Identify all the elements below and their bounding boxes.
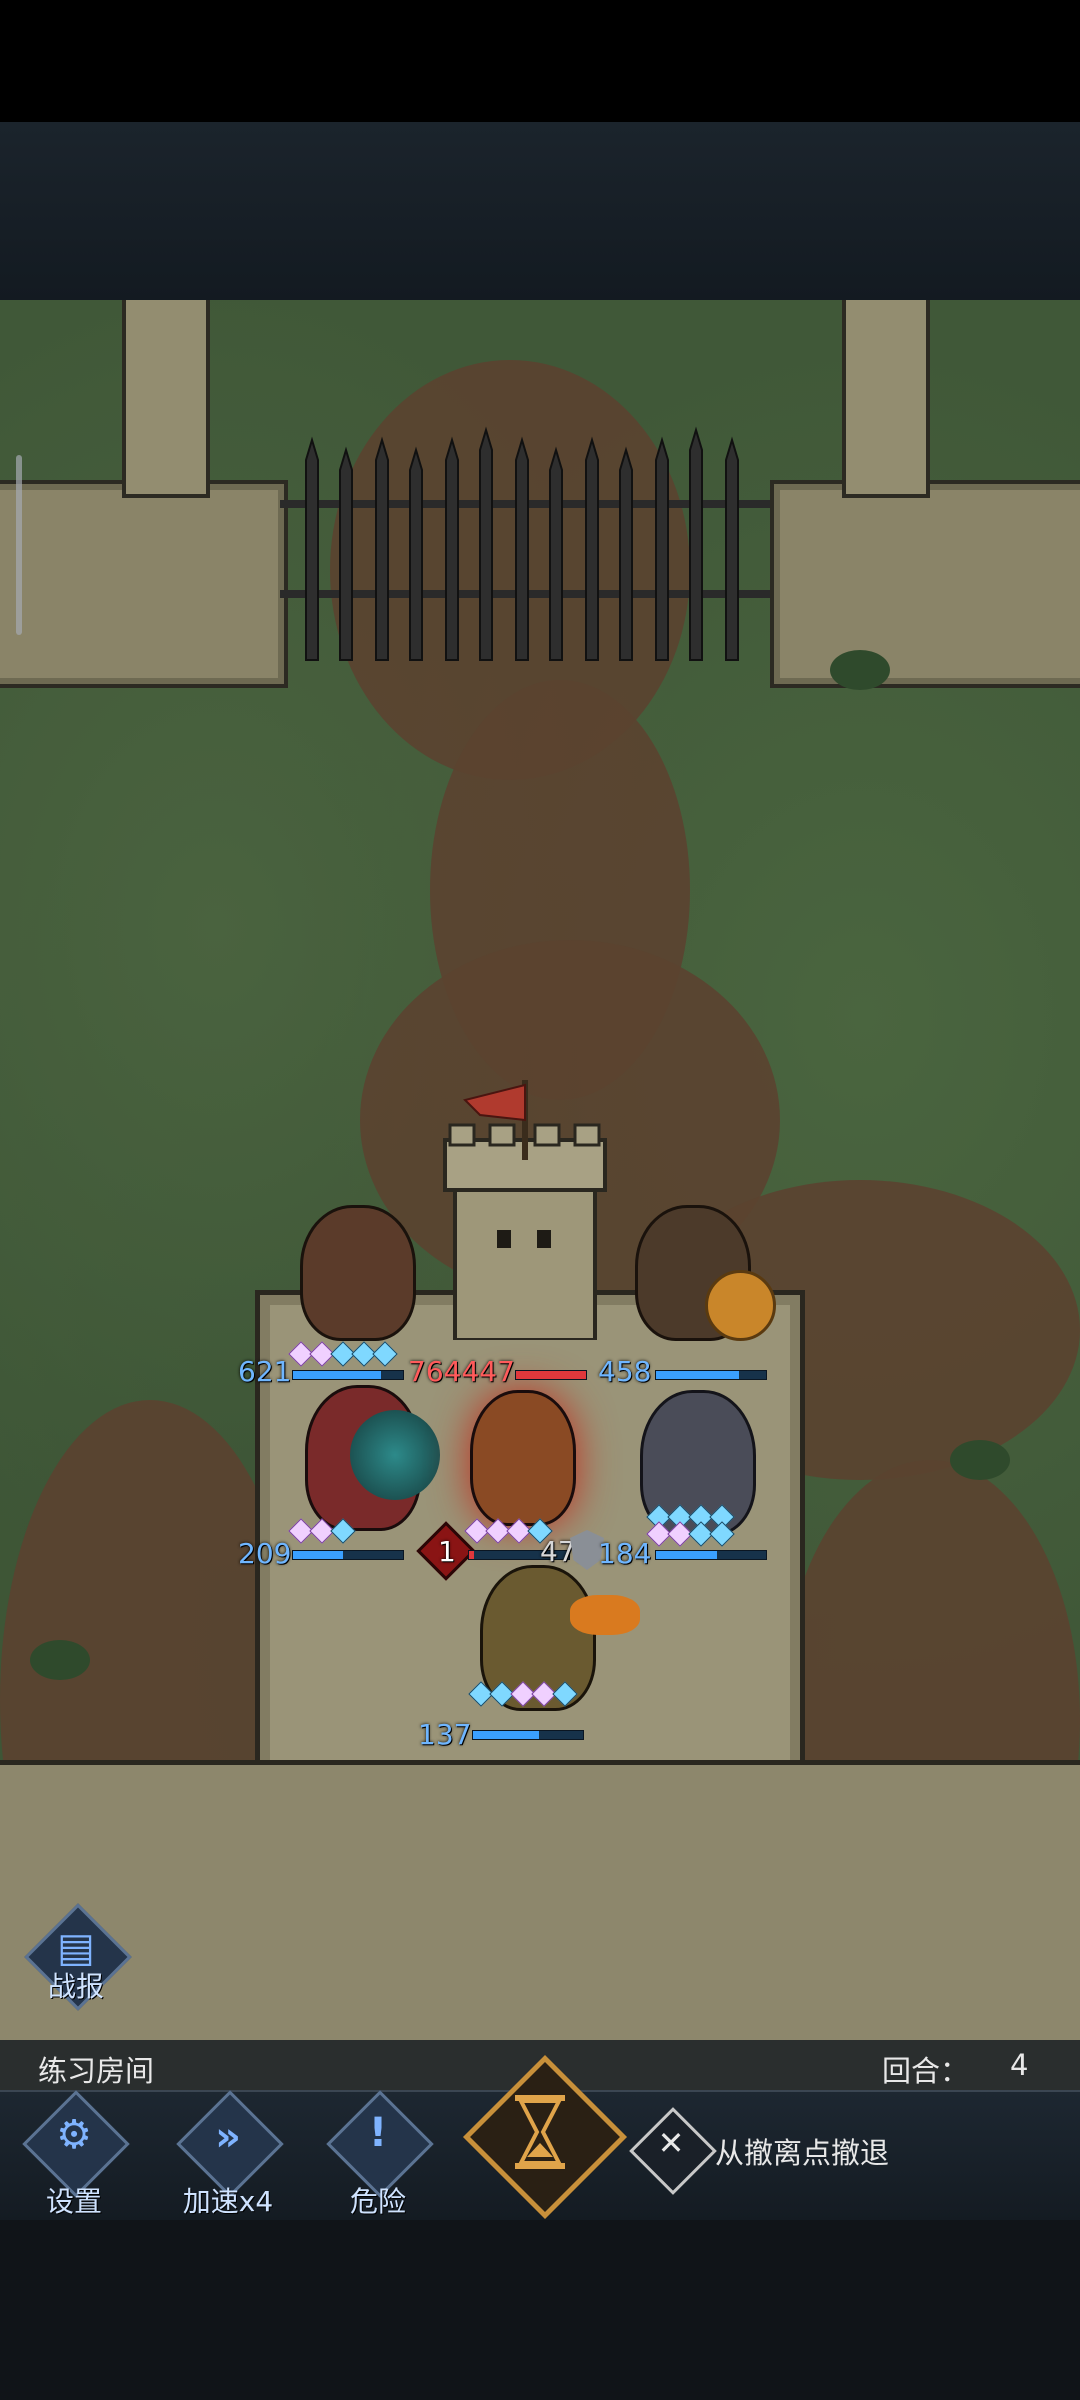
stone-wall-right	[770, 480, 1080, 688]
navigation-area	[0, 2220, 1080, 2400]
bottom-toolbar: ⚙ 设置 » 加速x4 ! 危险 ✕ 从撤离点撤退	[0, 2054, 1080, 2222]
stone-wall-left	[0, 480, 288, 688]
round-value: 4	[1010, 2048, 1029, 2082]
hp-text: 458	[598, 1355, 652, 1388]
ally-warrior-top-left[interactable]	[300, 1205, 416, 1341]
crossed-swords-icon: ✕	[657, 2124, 685, 2162]
exclamation-icon: !	[368, 2110, 388, 2156]
danger-button[interactable]: !	[326, 2090, 434, 2198]
hp-text: 209	[238, 1537, 292, 1570]
stone-pillar-left	[122, 300, 210, 498]
status-bar-area	[0, 0, 1080, 122]
fire-weapon	[570, 1595, 640, 1635]
hp-text: 137	[418, 1718, 472, 1751]
retreat-label[interactable]: 从撤离点撤退	[715, 2130, 889, 2172]
hp-text: 184	[598, 1537, 652, 1570]
grass-tuft	[830, 650, 890, 690]
speed-button[interactable]: »	[176, 2090, 284, 2198]
watchtower	[443, 1080, 607, 1340]
boss-hp-text: 1	[438, 1535, 456, 1568]
hourglass-icon	[515, 2095, 565, 2169]
red-flag	[463, 1083, 526, 1122]
end-turn-button[interactable]	[462, 2054, 628, 2220]
round-shield	[705, 1270, 776, 1341]
tower-hp-text: 764447	[408, 1355, 515, 1388]
top-banner	[0, 122, 1080, 300]
stone-pillar-right	[842, 300, 930, 498]
settings-label: 设置	[45, 2185, 102, 2218]
round-label: 回合：	[882, 2054, 970, 2088]
hp-text: 621	[238, 1355, 292, 1388]
grass-tuft	[30, 1640, 90, 1680]
fast-forward-icon: »	[215, 2114, 241, 2160]
danger-label: 危险	[349, 2185, 406, 2218]
side-scroll-indicator	[16, 455, 22, 635]
gear-icon: ⚙	[56, 2112, 92, 2158]
speed-label: 加速x4	[182, 2185, 274, 2218]
settings-button[interactable]: ⚙	[22, 2090, 130, 2198]
iron-gate	[280, 426, 770, 661]
grass-tuft	[950, 1440, 1010, 1480]
battle-report-label: 战报	[47, 1970, 104, 2003]
enemy-boss[interactable]	[470, 1390, 576, 1526]
room-label: 练习房间	[38, 2054, 155, 2088]
frost-orb-effect	[350, 1410, 440, 1500]
